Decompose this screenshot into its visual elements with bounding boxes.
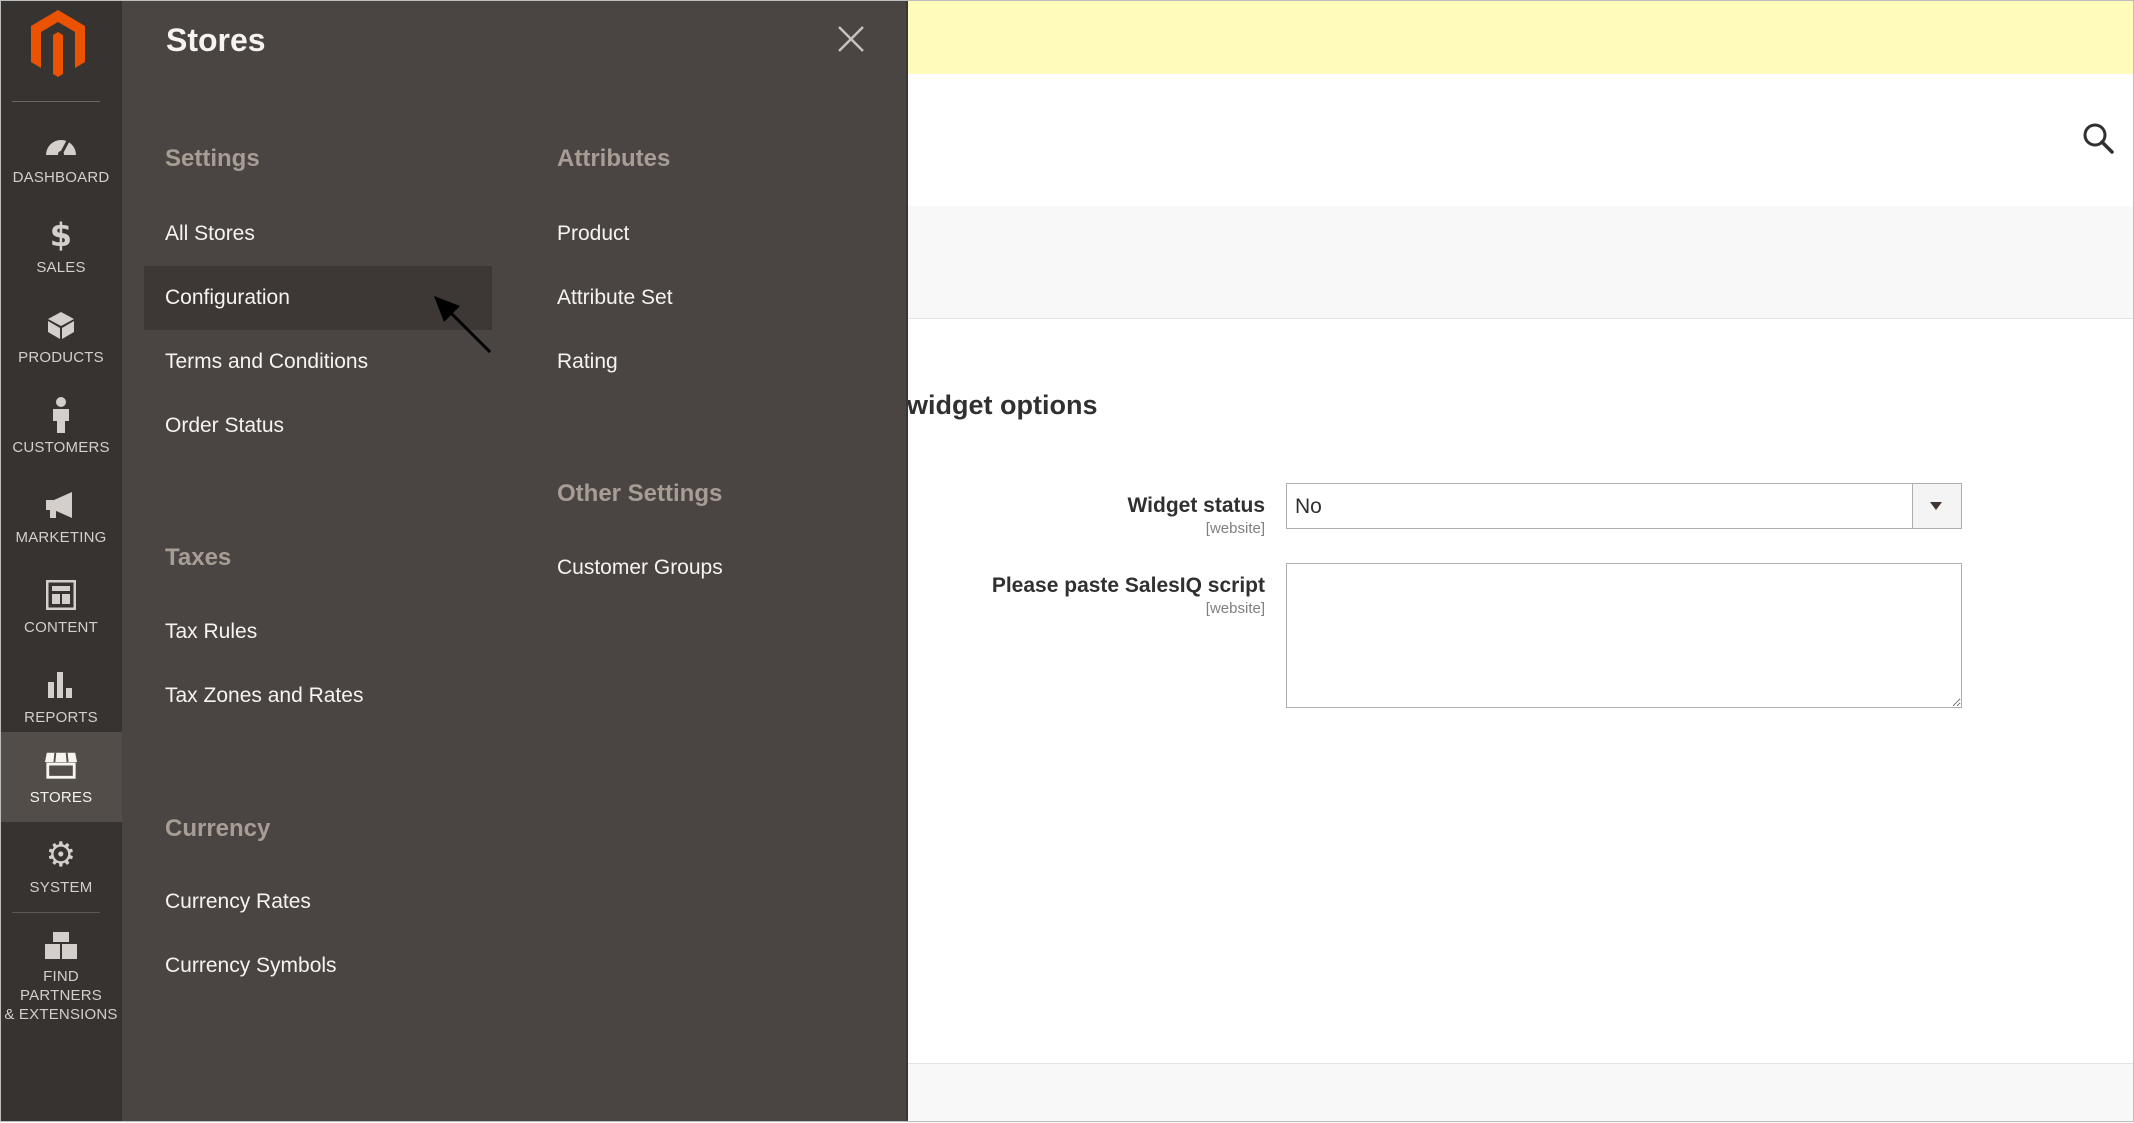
widget-status-label: Widget status [website] [1128, 494, 1265, 537]
page-footer [906, 1063, 2134, 1123]
menu-link-tax-rules[interactable]: Tax Rules [165, 620, 257, 644]
dollar-icon: $ [49, 216, 73, 254]
stores-flyout-panel: Stores Settings All Stores Configuration… [122, 0, 908, 1122]
widget-status-select[interactable]: No [1286, 483, 1962, 529]
menu-link-configuration[interactable]: Configuration [165, 286, 290, 310]
menu-link-product[interactable]: Product [557, 222, 629, 246]
mouse-pointer-icon [434, 296, 492, 354]
nav-item-customers[interactable]: CUSTOMERS [0, 382, 122, 472]
script-label: Please paste SalesIQ script [website] [992, 574, 1265, 617]
nav-item-content[interactable]: CONTENT [0, 562, 122, 652]
field-label-text: Widget status [1127, 494, 1265, 517]
nav-label: DASHBOARD [12, 169, 110, 186]
menu-link-all-stores[interactable]: All Stores [165, 222, 255, 246]
nav-item-marketing[interactable]: MARKETING [0, 472, 122, 562]
nav-separator [12, 101, 100, 102]
dashboard-icon [44, 128, 78, 162]
scope-label: [website] [1205, 600, 1265, 617]
magento-logo[interactable] [27, 8, 89, 80]
group-title-taxes: Taxes [165, 544, 232, 571]
group-title-settings: Settings [165, 145, 260, 172]
nav-label: CONTENT [24, 619, 98, 636]
close-icon[interactable] [836, 24, 866, 54]
nav-label: CUSTOMERS [12, 439, 110, 456]
group-title-other-settings: Other Settings [557, 480, 723, 507]
salesiq-script-textarea[interactable] [1286, 563, 1962, 708]
nav-item-find-partners[interactable]: FIND PARTNERS & EXTENSIONS [0, 914, 122, 1024]
menu-link-customer-groups[interactable]: Customer Groups [557, 556, 723, 580]
group-title-currency: Currency [165, 815, 271, 842]
dropdown-button[interactable] [1912, 484, 1961, 528]
nav-label: PRODUCTS [18, 349, 104, 366]
menu-link-currency-rates[interactable]: Currency Rates [165, 890, 311, 914]
nav-item-products[interactable]: PRODUCTS [0, 292, 122, 382]
nav-label: SYSTEM [29, 879, 93, 896]
nav-item-system[interactable]: ⚙ SYSTEM [0, 822, 122, 912]
storefront-icon [44, 748, 78, 782]
nav-separator [12, 912, 100, 913]
menu-link-tax-zones-and-rates[interactable]: Tax Zones and Rates [165, 684, 363, 708]
cube-icon [44, 308, 78, 342]
menu-link-attribute-set[interactable]: Attribute Set [557, 286, 673, 310]
menu-link-order-status[interactable]: Order Status [165, 414, 284, 438]
nav-item-sales[interactable]: $ SALES [0, 202, 122, 292]
system-notice-bar [906, 0, 2134, 75]
menu-link-rating[interactable]: Rating [557, 350, 618, 374]
chevron-down-icon [1930, 502, 1942, 510]
nav-label: MARKETING [15, 529, 107, 546]
admin-window: DASHBOARD $ SALES PRODUCTS CUSTOMERS MAR… [0, 0, 2134, 1123]
menu-link-currency-symbols[interactable]: Currency Symbols [165, 954, 337, 978]
menu-link-terms-and-conditions[interactable]: Terms and Conditions [165, 350, 368, 374]
admin-sidebar: DASHBOARD $ SALES PRODUCTS CUSTOMERS MAR… [0, 0, 123, 1122]
page-header [906, 74, 2134, 207]
gear-icon: ⚙ [45, 835, 77, 875]
nav-item-reports[interactable]: REPORTS [0, 652, 122, 742]
group-title-attributes: Attributes [557, 145, 671, 172]
scope-label: [website] [1205, 520, 1265, 537]
nav-label: STORES [29, 789, 93, 806]
select-value: No [1295, 495, 1322, 518]
page-actions-bar [906, 206, 2134, 319]
search-icon[interactable] [2080, 120, 2116, 156]
nav-label: FIND PARTNERS [20, 968, 102, 1004]
nav-item-stores[interactable]: STORES [0, 732, 122, 822]
nav-label: & EXTENSIONS [4, 1006, 118, 1023]
megaphone-icon [44, 488, 78, 522]
panel-title: Stores [166, 22, 266, 58]
person-icon [44, 397, 78, 433]
nav-label: REPORTS [24, 709, 98, 726]
nav-label: SALES [36, 259, 86, 276]
nav-item-dashboard[interactable]: DASHBOARD [0, 112, 122, 202]
layout-icon [44, 578, 78, 612]
boxes-icon [44, 930, 78, 961]
bar-chart-icon [44, 668, 78, 702]
field-label-text: Please paste SalesIQ script [991, 574, 1265, 597]
section-title[interactable]: widget options [907, 390, 1097, 421]
